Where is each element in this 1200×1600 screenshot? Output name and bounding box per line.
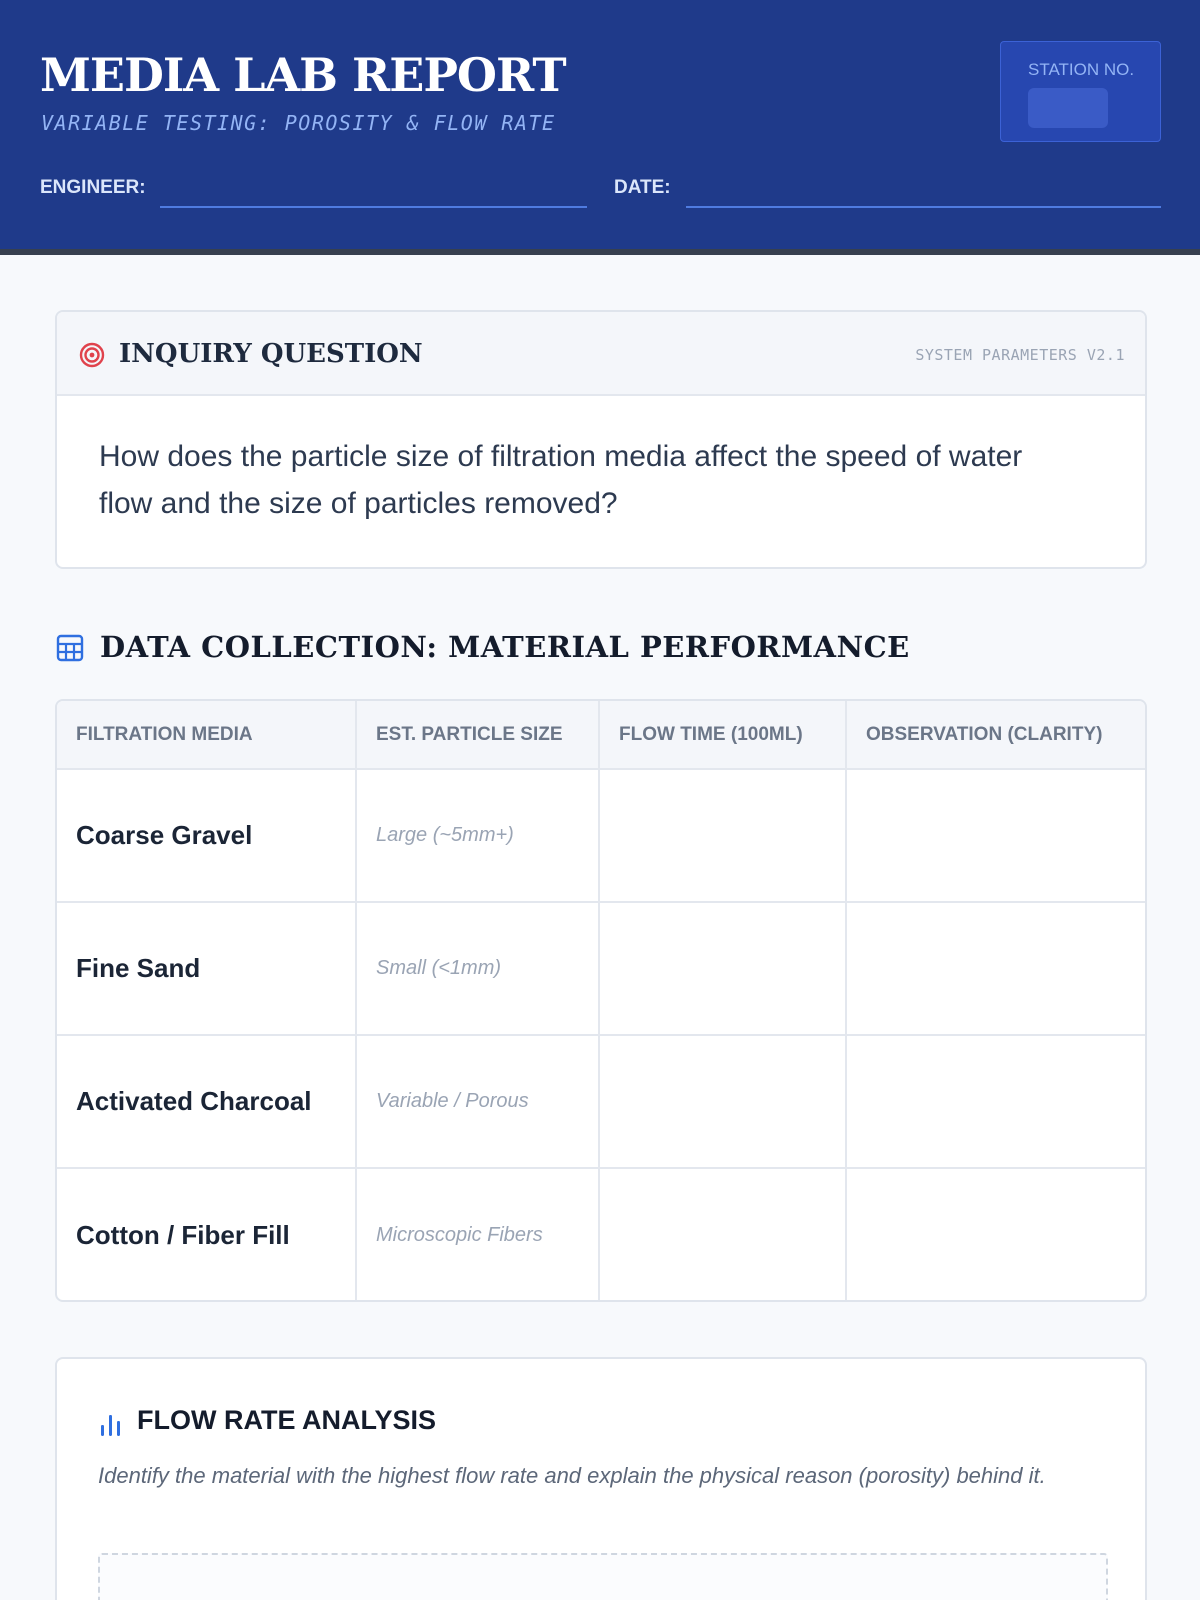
- particle-size-cell: Microscopic Fibers: [356, 1168, 600, 1300]
- observation-input-cell[interactable]: [846, 902, 1145, 1036]
- date-label: DATE:: [614, 177, 671, 198]
- table-header-row: Filtration Media Est. Particle Size Flow…: [57, 701, 1145, 770]
- column-header: Filtration Media: [57, 701, 357, 770]
- column-header: Est. Particle Size: [356, 701, 600, 770]
- media-name-cell: Fine Sand: [57, 902, 357, 1036]
- inquiry-card: INQUIRY QUESTION SYSTEM PARAMETERS V2.1 …: [55, 310, 1147, 569]
- station-label: STATION NO.: [1028, 60, 1135, 79]
- flow-rate-analysis-card: FLOW RATE ANALYSIS Identify the material…: [55, 1357, 1147, 1600]
- analysis-title: FLOW RATE ANALYSIS: [137, 1405, 437, 1435]
- flow-time-input-cell[interactable]: [599, 902, 847, 1036]
- media-name-cell: Coarse Gravel: [57, 769, 357, 903]
- flow-time-input-cell[interactable]: [599, 1035, 847, 1169]
- target-icon: [79, 342, 105, 368]
- flow-time-input-cell[interactable]: [599, 1168, 847, 1300]
- table-row: Activated Charcoal Variable / Porous: [57, 1035, 1145, 1169]
- table-row: Coarse Gravel Large (~5mm+): [57, 769, 1145, 903]
- bar-chart-icon: [101, 1415, 120, 1436]
- column-header: Flow Time (100mL): [599, 701, 847, 770]
- engineer-input[interactable]: [160, 206, 587, 208]
- particle-size-cell: Variable / Porous: [356, 1035, 600, 1169]
- report-header: MEDIA LAB REPORT VARIABLE TESTING: POROS…: [0, 0, 1200, 255]
- inquiry-card-header: INQUIRY QUESTION SYSTEM PARAMETERS V2.1: [57, 312, 1145, 396]
- report-title: MEDIA LAB REPORT: [40, 48, 567, 102]
- observation-input-cell[interactable]: [846, 1035, 1145, 1169]
- analysis-answer-box[interactable]: [98, 1553, 1108, 1600]
- column-header: Observation (Clarity): [846, 701, 1145, 770]
- observation-input-cell[interactable]: [846, 769, 1145, 903]
- station-box: STATION NO.: [1000, 41, 1161, 142]
- analysis-prompt: Identify the material with the highest f…: [98, 1463, 1046, 1488]
- data-collection-title: DATA COLLECTION: MATERIAL PERFORMANCE: [100, 630, 910, 664]
- media-name-cell: Cotton / Fiber Fill: [57, 1168, 357, 1300]
- material-performance-table: Filtration Media Est. Particle Size Flow…: [55, 699, 1147, 1302]
- engineer-label: ENGINEER:: [40, 177, 146, 198]
- particle-size-cell: Small (<1mm): [356, 902, 600, 1036]
- table-row: Cotton / Fiber Fill Microscopic Fibers: [57, 1168, 1145, 1300]
- system-parameters-tag: SYSTEM PARAMETERS V2.1: [915, 346, 1125, 364]
- table-row: Fine Sand Small (<1mm): [57, 902, 1145, 1036]
- particle-size-cell: Large (~5mm+): [356, 769, 600, 903]
- observation-input-cell[interactable]: [846, 1168, 1145, 1300]
- date-input[interactable]: [686, 206, 1161, 208]
- inquiry-title: INQUIRY QUESTION: [119, 339, 423, 369]
- flow-time-input-cell[interactable]: [599, 769, 847, 903]
- report-subtitle: VARIABLE TESTING: POROSITY & FLOW RATE: [41, 111, 556, 135]
- station-number-input[interactable]: [1028, 88, 1108, 128]
- grid-icon: [56, 634, 84, 662]
- media-name-cell: Activated Charcoal: [57, 1035, 357, 1169]
- inquiry-question-text: How does the particle size of filtration…: [99, 440, 1023, 520]
